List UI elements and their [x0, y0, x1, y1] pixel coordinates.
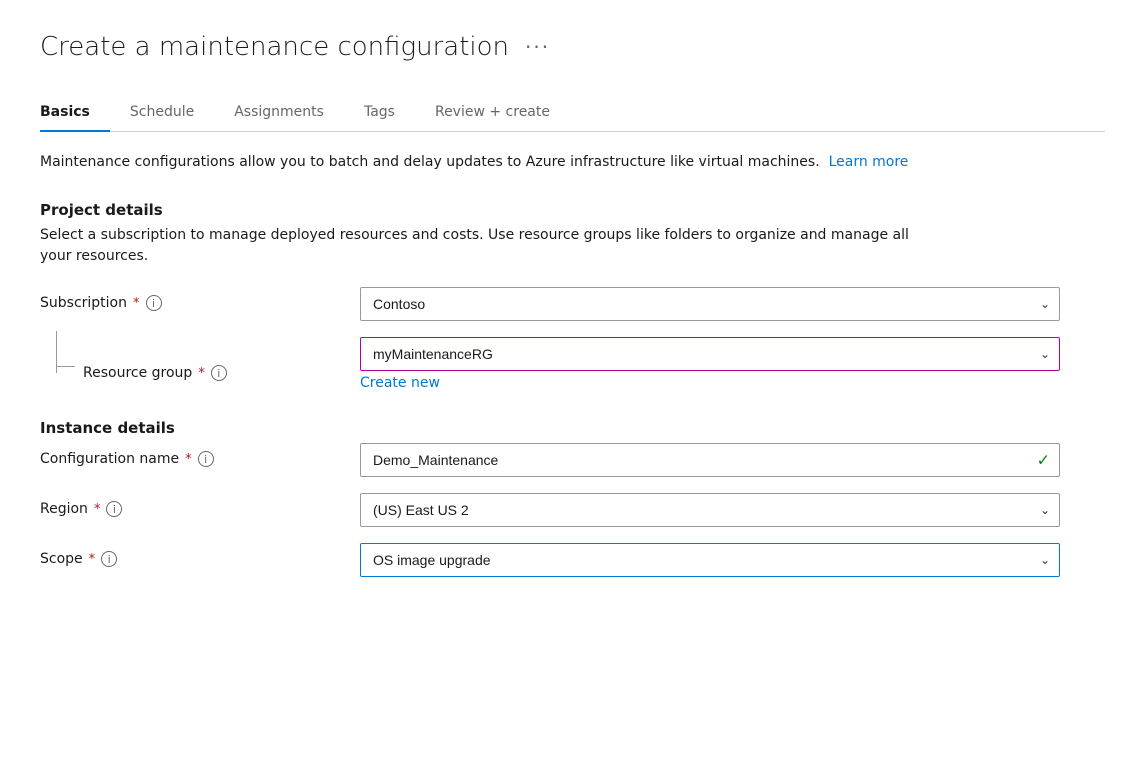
scope-label: Scope — [40, 551, 83, 567]
region-select[interactable]: (US) East US 2 — [360, 493, 1060, 527]
resource-group-dropdown[interactable]: myMaintenanceRG ⌄ — [360, 337, 1060, 371]
config-name-input[interactable] — [360, 443, 1060, 477]
tabs-nav: Basics Schedule Assignments Tags Review … — [40, 94, 1105, 132]
config-name-row: Configuration name * i ✓ — [40, 443, 1105, 477]
region-required: * — [94, 502, 101, 517]
subscription-select[interactable]: Contoso — [360, 287, 1060, 321]
config-name-info-icon[interactable]: i — [198, 451, 214, 467]
project-details-description: Select a subscription to manage deployed… — [40, 225, 940, 267]
project-details-heading: Project details — [40, 201, 1105, 219]
resource-group-select[interactable]: myMaintenanceRG — [360, 337, 1060, 371]
scope-required: * — [89, 552, 96, 567]
subscription-label: Subscription — [40, 295, 127, 311]
tab-tags[interactable]: Tags — [364, 94, 415, 132]
region-row: Region * i (US) East US 2 ⌄ — [40, 493, 1105, 527]
scope-info-icon[interactable]: i — [101, 551, 117, 567]
config-name-input-wrapper: ✓ — [360, 443, 1060, 477]
scope-dropdown[interactable]: OS image upgrade ⌄ — [360, 543, 1060, 577]
scope-select[interactable]: OS image upgrade — [360, 543, 1060, 577]
tab-assignments[interactable]: Assignments — [234, 94, 344, 132]
tab-schedule[interactable]: Schedule — [130, 94, 214, 132]
scope-row: Scope * i OS image upgrade ⌄ — [40, 543, 1105, 577]
more-options-button[interactable]: ··· — [525, 35, 550, 59]
learn-more-link[interactable]: Learn more — [829, 154, 909, 170]
resource-group-info-icon[interactable]: i — [211, 365, 227, 381]
subscription-required: * — [133, 296, 140, 311]
region-label: Region — [40, 501, 88, 517]
page-description: Maintenance configurations allow you to … — [40, 152, 940, 173]
region-dropdown[interactable]: (US) East US 2 ⌄ — [360, 493, 1060, 527]
page-title: Create a maintenance configuration — [40, 32, 509, 62]
create-new-link[interactable]: Create new — [360, 375, 1060, 391]
config-name-label: Configuration name — [40, 451, 179, 467]
description-text: Maintenance configurations allow you to … — [40, 154, 820, 170]
resource-group-required: * — [198, 366, 205, 381]
subscription-info-icon[interactable]: i — [146, 295, 162, 311]
region-info-icon[interactable]: i — [106, 501, 122, 517]
tab-basics[interactable]: Basics — [40, 94, 110, 132]
resource-group-label: Resource group — [83, 365, 192, 381]
instance-details-heading: Instance details — [40, 419, 1105, 437]
tab-review-create[interactable]: Review + create — [435, 94, 570, 132]
subscription-row: Subscription * i Contoso ⌄ — [40, 287, 1105, 321]
subscription-dropdown[interactable]: Contoso ⌄ — [360, 287, 1060, 321]
config-name-check-icon: ✓ — [1037, 451, 1050, 470]
config-name-required: * — [185, 452, 192, 467]
